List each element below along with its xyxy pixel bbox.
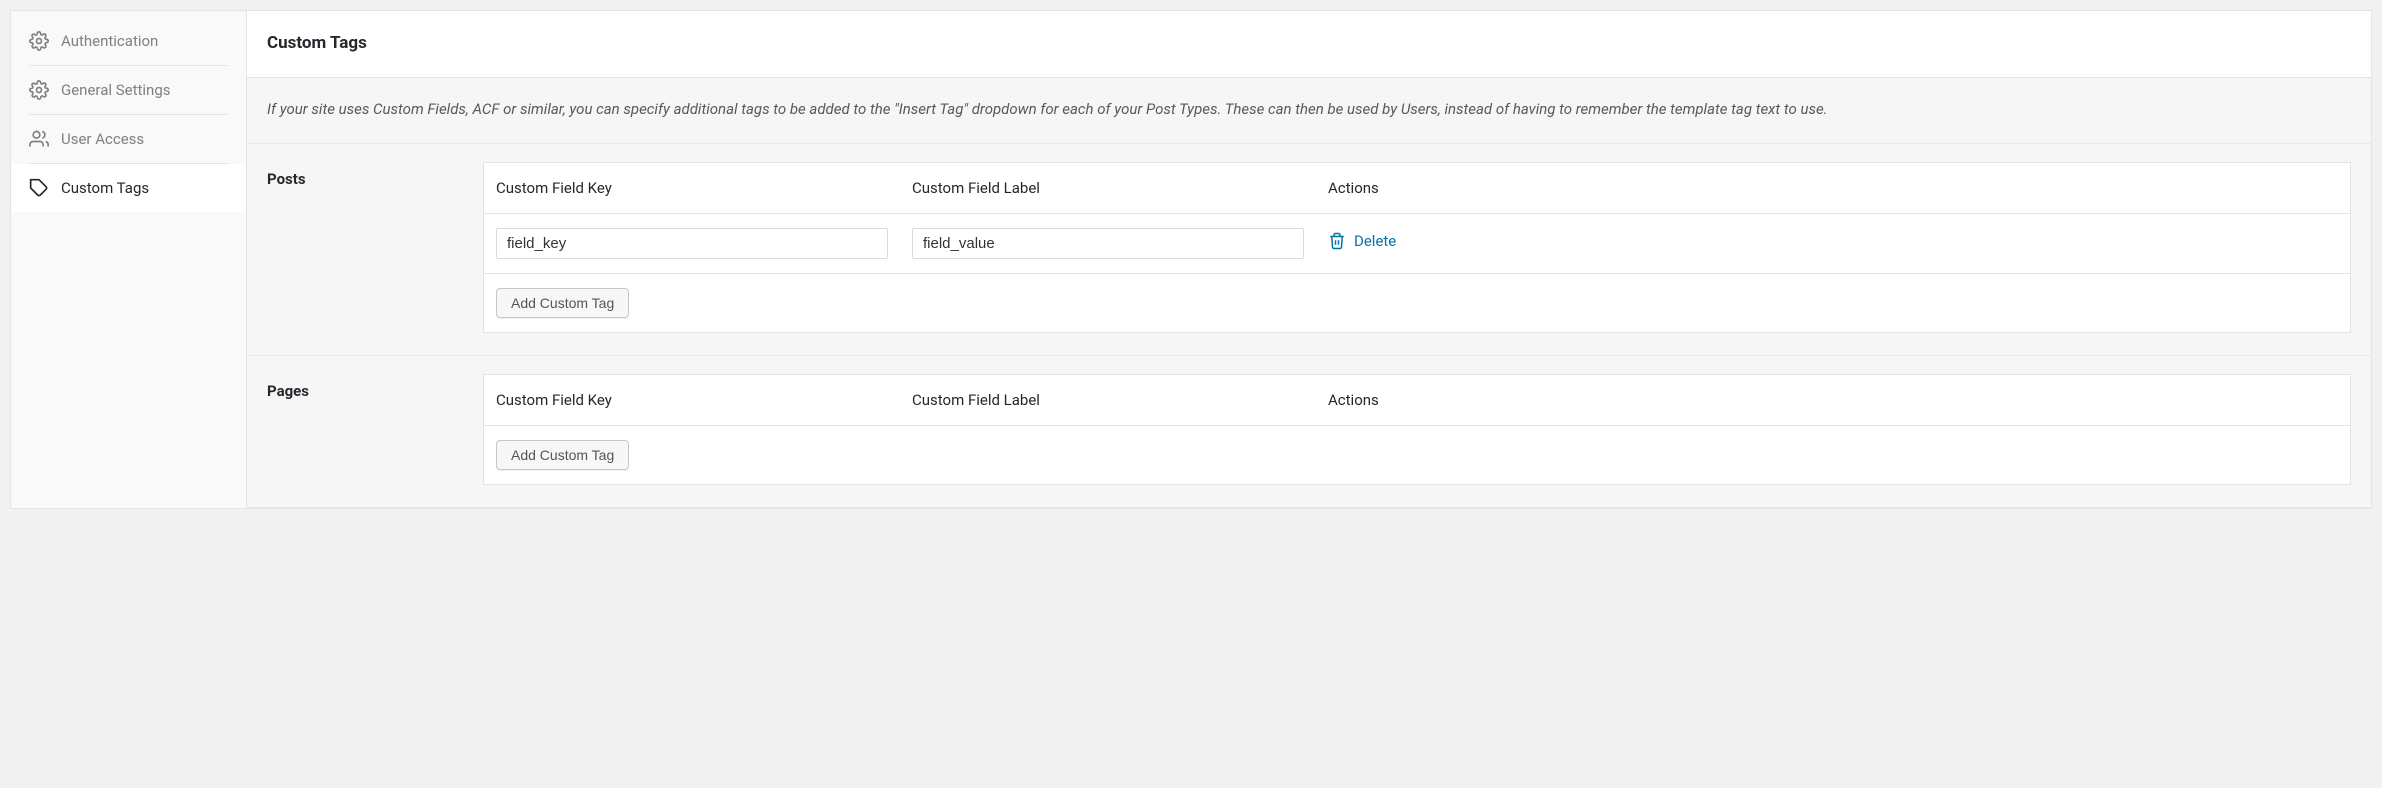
sidebar-item-user-access[interactable]: User Access [11,115,246,163]
section-pages: Pages Custom Field Key Custom Field Labe… [247,356,2371,508]
trash-icon [1328,232,1346,250]
tag-icon [29,178,49,198]
custom-field-key-input[interactable] [496,228,888,259]
sidebar-item-authentication[interactable]: Authentication [11,17,246,65]
sidebar-item-label: General Settings [61,81,171,99]
sidebar: Authentication General Settings User Acc… [11,11,247,508]
sidebar-item-custom-tags[interactable]: Custom Tags [11,164,246,212]
sidebar-item-general-settings[interactable]: General Settings [11,66,246,114]
table-header-row: Custom Field Key Custom Field Label Acti… [484,375,2350,426]
section-pages-label: Pages [267,374,483,485]
custom-field-label-input[interactable] [912,228,1304,259]
column-header-actions: Actions [1316,163,2350,213]
gear-icon [29,80,49,100]
main-content: Custom Tags If your site uses Custom Fie… [247,11,2371,508]
page-description: If your site uses Custom Fields, ACF or … [247,78,2371,144]
table-row: Delete [484,214,2350,274]
add-custom-tag-button[interactable]: Add Custom Tag [496,440,629,470]
sidebar-item-label: User Access [61,130,144,148]
users-icon [29,129,49,149]
delete-label: Delete [1354,232,1396,250]
add-row: Add Custom Tag [484,426,2350,484]
posts-table: Custom Field Key Custom Field Label Acti… [483,162,2351,333]
column-header-key: Custom Field Key [484,163,900,213]
column-header-actions: Actions [1316,375,2350,425]
sidebar-item-label: Authentication [61,32,158,50]
table-header-row: Custom Field Key Custom Field Label Acti… [484,163,2350,214]
column-header-key: Custom Field Key [484,375,900,425]
gear-icon [29,31,49,51]
column-header-label: Custom Field Label [900,375,1316,425]
sidebar-item-label: Custom Tags [61,179,149,197]
add-custom-tag-button[interactable]: Add Custom Tag [496,288,629,318]
section-posts-label: Posts [267,162,483,333]
settings-panel: Authentication General Settings User Acc… [10,10,2372,509]
delete-button[interactable]: Delete [1328,232,1396,250]
section-posts: Posts Custom Field Key Custom Field Labe… [247,144,2371,356]
pages-table: Custom Field Key Custom Field Label Acti… [483,374,2351,485]
page-title: Custom Tags [267,33,2351,53]
page-header: Custom Tags [247,11,2371,78]
column-header-label: Custom Field Label [900,163,1316,213]
add-row: Add Custom Tag [484,274,2350,332]
